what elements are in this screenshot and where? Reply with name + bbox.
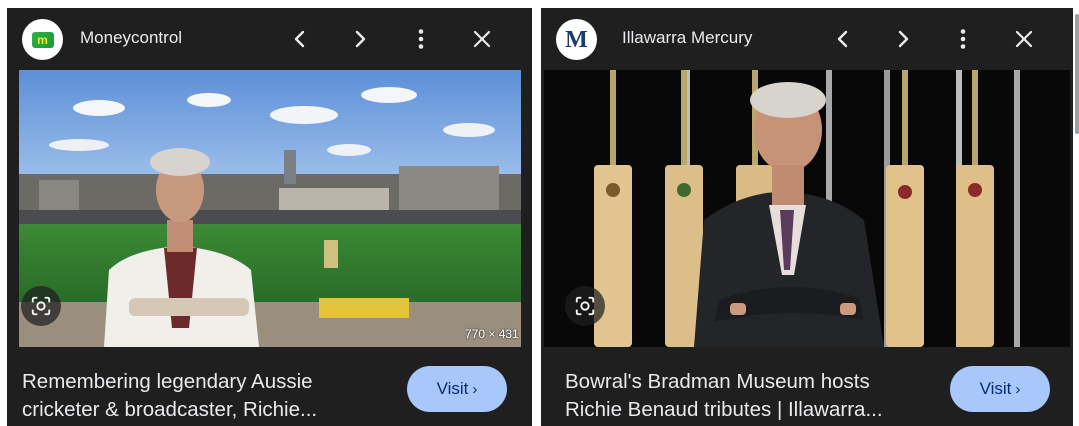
result-image[interactable] — [544, 70, 1070, 347]
source-name[interactable]: Illawarra Mercury — [622, 27, 752, 49]
result-image[interactable] — [19, 70, 521, 347]
lens-search-button[interactable] — [565, 286, 605, 326]
chevron-left-icon — [837, 30, 848, 48]
result-title[interactable]: Remembering legendary Aussie cricketer &… — [22, 368, 367, 424]
lens-search-button[interactable] — [21, 286, 61, 326]
chevron-right-icon — [898, 30, 909, 48]
next-button[interactable] — [346, 25, 374, 53]
chevron-right-icon: › — [472, 381, 478, 398]
lens-icon — [575, 296, 595, 316]
more-vert-icon — [960, 29, 966, 49]
close-button[interactable] — [468, 25, 496, 53]
result-panel-illawarra-mercury: M Illawarra Mercury Bowral's Bradman Mus… — [541, 8, 1073, 426]
title-line-1: Bowral's Bradman Museum hosts — [565, 370, 870, 393]
next-button[interactable] — [889, 25, 917, 53]
cricket-ground-photo — [19, 70, 521, 347]
visit-button[interactable]: Visit › — [950, 366, 1050, 412]
panel-header: M Illawarra Mercury — [541, 8, 1073, 70]
logo-letter: m — [31, 31, 54, 48]
result-title[interactable]: Bowral's Bradman Museum hosts Richie Ben… — [565, 368, 910, 424]
title-line-2: cricketer & broadcaster, Richie... — [22, 398, 318, 421]
previous-button[interactable] — [286, 25, 314, 53]
source-name[interactable]: Moneycontrol — [80, 27, 182, 49]
close-button[interactable] — [1010, 25, 1038, 53]
image-dimensions: 770 × 431 — [465, 327, 519, 341]
visit-button[interactable]: Visit › — [407, 366, 507, 412]
more-options-button[interactable] — [949, 25, 977, 53]
more-options-button[interactable] — [407, 25, 435, 53]
visit-label: Visit — [436, 379, 469, 398]
chevron-right-icon — [355, 30, 366, 48]
scrollbar-thumb[interactable] — [1075, 14, 1079, 134]
visit-label: Visit — [979, 379, 1012, 398]
image-viewer-screen: m Moneycontrol 770 × 431 Remembering leg… — [0, 0, 1079, 426]
close-icon — [1015, 30, 1033, 48]
title-line-1: Remembering legendary Aussie — [22, 370, 313, 393]
previous-button[interactable] — [829, 25, 857, 53]
logo-letter: M — [565, 26, 588, 53]
chevron-right-icon: › — [1015, 381, 1021, 398]
illawarra-mercury-logo-icon: M — [556, 19, 597, 60]
moneycontrol-logo-icon: m — [22, 19, 63, 60]
result-panel-moneycontrol: m Moneycontrol 770 × 431 Remembering leg… — [7, 8, 532, 426]
chevron-left-icon — [294, 30, 305, 48]
close-icon — [473, 30, 491, 48]
title-line-2: Richie Benaud tributes | Illawarra... — [565, 398, 883, 421]
lens-icon — [31, 296, 51, 316]
more-vert-icon — [418, 29, 424, 49]
museum-bats-photo — [544, 70, 1070, 347]
panel-header: m Moneycontrol — [7, 8, 532, 70]
